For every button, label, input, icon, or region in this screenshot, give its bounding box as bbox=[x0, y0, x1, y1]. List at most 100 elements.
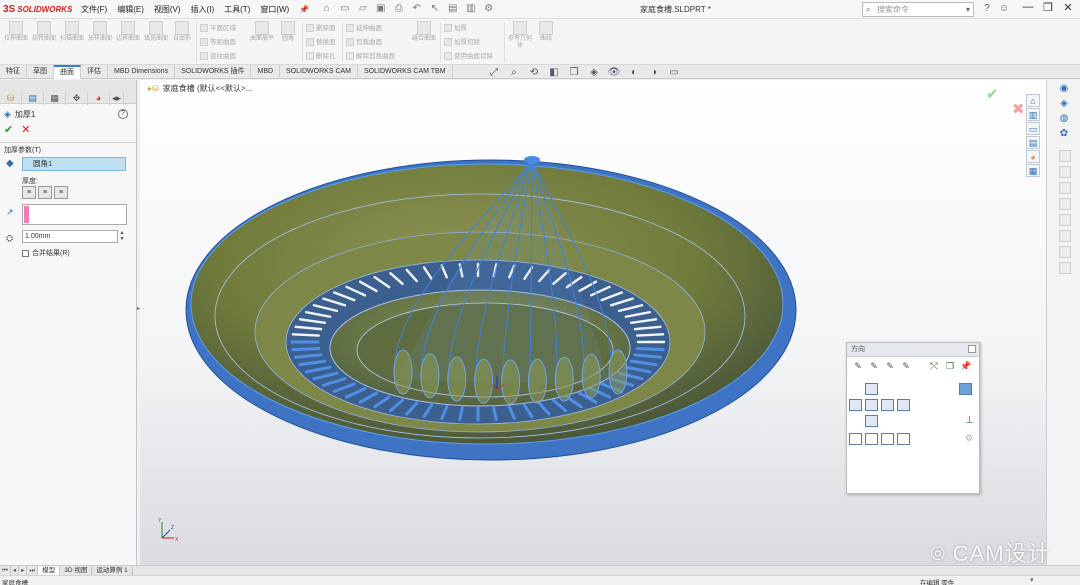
help-icon[interactable]: ? bbox=[980, 2, 994, 16]
custom-properties-icon[interactable]: ▦ bbox=[1026, 164, 1040, 177]
menu-view[interactable]: 视图(V) bbox=[154, 4, 181, 15]
tab-mbd-dimensions[interactable]: MBD Dimensions bbox=[108, 65, 176, 79]
display-manager-icon[interactable]: ◕ bbox=[88, 92, 110, 105]
undo-icon[interactable]: ↶ bbox=[409, 2, 424, 16]
delete-hole-button[interactable]: 删除孔 bbox=[306, 50, 336, 62]
single-view-icon[interactable] bbox=[849, 433, 862, 445]
dimension-tool-icon[interactable] bbox=[1059, 214, 1071, 226]
cut-with-surface-button[interactable]: 使用曲面切除 bbox=[444, 50, 493, 62]
appearances-icon[interactable]: ◕ bbox=[1026, 150, 1040, 163]
two-view-horizontal-icon[interactable] bbox=[865, 433, 878, 445]
viewport-minimize-icon[interactable]: – bbox=[980, 80, 994, 81]
close-button[interactable]: ✕ bbox=[1058, 1, 1078, 14]
open-icon[interactable]: ▱ bbox=[355, 2, 370, 16]
file-explorer-pane-icon[interactable]: ◍ bbox=[1057, 112, 1071, 125]
extend-surface-button[interactable]: 延伸曲面 bbox=[346, 22, 382, 34]
tab-solidworks-addins[interactable]: SOLIDWORKS 插件 bbox=[175, 65, 252, 79]
select-icon[interactable]: ↖ bbox=[427, 2, 442, 16]
tab-sketch[interactable]: 草图 bbox=[27, 65, 54, 79]
menu-edit[interactable]: 编辑(E) bbox=[117, 4, 144, 15]
menu-window[interactable]: 窗口(W) bbox=[260, 4, 289, 15]
hide-show-icon[interactable]: 👁 bbox=[606, 66, 622, 80]
minimize-button[interactable]: — bbox=[1018, 1, 1038, 14]
reference-geometry-button[interactable]: 参考几何体 bbox=[508, 21, 532, 50]
viewport-restore-icon[interactable]: ▫ bbox=[966, 80, 980, 81]
revolved-surface-button[interactable]: 旋转曲面 bbox=[32, 21, 56, 43]
boundary-surface-button[interactable]: 边界曲面 bbox=[116, 21, 140, 43]
solidworks-logo[interactable]: 3S SOLIDWORKS bbox=[3, 4, 73, 15]
right-view-icon[interactable] bbox=[881, 399, 894, 411]
sketch-tool-icon[interactable] bbox=[1059, 150, 1071, 162]
pattern-tool-icon[interactable] bbox=[1059, 262, 1071, 274]
isometric-view-icon[interactable] bbox=[959, 383, 972, 395]
pin-dialog-icon[interactable]: 📌 bbox=[959, 360, 973, 373]
two-view-vertical-icon[interactable] bbox=[881, 433, 894, 445]
ok-check-icon[interactable]: ✔ bbox=[4, 123, 13, 136]
surface-selection-box[interactable]: 圆角1 bbox=[22, 157, 126, 171]
tab-surfaces[interactable]: 曲面 bbox=[54, 65, 81, 79]
display-style-icon[interactable]: ◈ bbox=[586, 66, 602, 80]
swept-surface-button[interactable]: 扫描曲面 bbox=[60, 21, 84, 43]
curves-button[interactable]: 曲线 bbox=[534, 21, 558, 43]
thickness-spinner[interactable]: ▲ ▼ bbox=[118, 230, 126, 243]
settings-pane-icon[interactable]: ✿ bbox=[1057, 127, 1071, 140]
flatten-surface-button[interactable]: 曲面展平 bbox=[250, 21, 274, 43]
cube-view-icon[interactable]: ❒ bbox=[943, 360, 957, 373]
arc-tool-icon[interactable] bbox=[1059, 182, 1071, 194]
confirm-cancel-icon[interactable]: ✖ bbox=[1012, 100, 1025, 118]
help-icon[interactable]: ? bbox=[118, 109, 128, 119]
user-icon[interactable]: ☺ bbox=[997, 2, 1011, 16]
link-view-icon[interactable]: ✎ bbox=[899, 360, 913, 373]
rebuild-icon[interactable]: ▤ bbox=[445, 2, 460, 16]
maximize-button[interactable]: ❐ bbox=[1038, 1, 1058, 14]
feature-tree-flyout[interactable]: ▸⛁ 家庭食槽 (默认<<默认>... bbox=[148, 83, 252, 94]
configuration-manager-icon[interactable]: ▦ bbox=[44, 92, 66, 105]
pin-icon[interactable]: 📌 bbox=[299, 5, 309, 14]
trim-tool-icon[interactable] bbox=[1059, 198, 1071, 210]
dimxpert-icon[interactable]: ✥ bbox=[66, 92, 88, 105]
save-icon[interactable]: ▣ bbox=[373, 2, 388, 16]
left-view-icon[interactable] bbox=[849, 399, 862, 411]
zoom-to-fit-icon[interactable]: ⤢ bbox=[486, 66, 502, 80]
print-icon[interactable]: ⎙ bbox=[391, 2, 406, 16]
menu-insert[interactable]: 插入(I) bbox=[191, 4, 215, 15]
view-orientation-icon[interactable]: ❒ bbox=[566, 66, 582, 80]
design-library-pane-icon[interactable]: ◈ bbox=[1057, 97, 1071, 110]
planar-surface-button[interactable]: 平面区域 bbox=[200, 22, 236, 34]
cancel-x-icon[interactable]: ✕ bbox=[21, 123, 30, 136]
filled-surface-button[interactable]: 填充曲面 bbox=[144, 21, 168, 43]
normal-arrow-icon[interactable]: ⊥ bbox=[965, 415, 974, 426]
viewport-close-icon[interactable]: ✕ bbox=[1008, 80, 1022, 81]
thicken-button[interactable]: 加厚 bbox=[444, 22, 467, 34]
edit-appearance-icon[interactable]: ◐ bbox=[626, 66, 642, 80]
relation-tool-icon[interactable] bbox=[1059, 230, 1071, 242]
home-icon[interactable]: ⌂ bbox=[319, 2, 334, 16]
menu-tools[interactable]: 工具(T) bbox=[224, 4, 250, 15]
merge-result-checkbox[interactable] bbox=[22, 249, 29, 257]
dialog-close-icon[interactable] bbox=[968, 345, 976, 353]
reset-view-icon[interactable]: ✎ bbox=[883, 360, 897, 373]
tab-solidworks-cam[interactable]: SOLIDWORKS CAM bbox=[280, 65, 358, 79]
tab-features[interactable]: 特征 bbox=[0, 65, 27, 79]
design-library-icon[interactable]: ▥ bbox=[1026, 108, 1040, 121]
thickened-cut-button[interactable]: 加厚切除 bbox=[444, 36, 480, 48]
zoom-area-icon[interactable]: ⌕ bbox=[506, 66, 522, 80]
normal-to-icon[interactable]: ⤲ bbox=[927, 360, 941, 373]
mirror-tool-icon[interactable] bbox=[1059, 246, 1071, 258]
thicken-parameters-group[interactable]: 加厚参数(T) bbox=[0, 142, 136, 154]
tab-scroll-icon[interactable]: ◂▸ bbox=[110, 92, 124, 105]
feature-manager-icon[interactable]: ⛁ bbox=[0, 92, 22, 105]
ruled-surface-button[interactable]: 直纹曲面 bbox=[200, 50, 236, 62]
four-view-icon[interactable] bbox=[897, 433, 910, 445]
options-icon[interactable]: ⚙ bbox=[481, 2, 496, 16]
previous-view-icon[interactable]: ⟲ bbox=[526, 66, 542, 80]
confirm-ok-icon[interactable]: ✔ bbox=[986, 85, 999, 103]
bottom-view-icon[interactable] bbox=[865, 415, 878, 427]
replace-face-button[interactable]: 替换面 bbox=[306, 36, 336, 48]
file-properties-icon[interactable]: ▥ bbox=[463, 2, 478, 16]
untrim-surface-button[interactable]: 解除剪裁曲面 bbox=[346, 50, 395, 62]
home-view-icon[interactable]: ⌂ bbox=[1026, 94, 1040, 107]
fillet-button[interactable]: 圆角 bbox=[276, 21, 300, 43]
apply-scene-icon[interactable]: ◑ bbox=[646, 66, 662, 80]
offset-surface-button[interactable]: 等距曲面 bbox=[200, 36, 236, 48]
